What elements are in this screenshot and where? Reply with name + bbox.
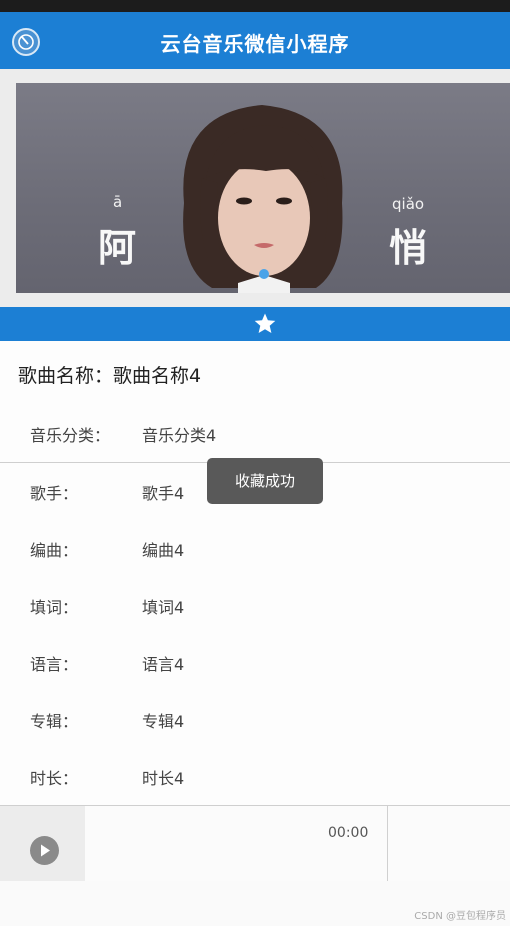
detail-row-duration: 时长： 时长4 [0,748,510,806]
player-divider [387,806,388,881]
banner-image[interactable]: ā 阿 qiǎo 悄 [16,83,510,293]
song-name-value: 歌曲名称4 [113,365,202,387]
detail-row-album: 专辑： 专辑4 [0,691,510,749]
carousel-indicator-dot[interactable] [259,269,269,279]
banner-left-char: 阿 [98,225,137,270]
detail-label: 音乐分类： [30,426,111,445]
banner-area: ā 阿 qiǎo 悄 [0,69,510,307]
detail-value: 时长4 [142,769,185,788]
detail-row-category: 音乐分类： 音乐分类4 [0,405,510,463]
detail-value: 歌手4 [142,484,185,503]
toast-message: 收藏成功 [207,458,323,504]
audio-player: 00:00 [0,806,510,882]
detail-value: 音乐分类4 [142,426,217,445]
detail-label: 专辑： [30,712,79,731]
detail-label: 语言： [30,655,79,674]
detail-row-language: 语言： 语言4 [0,634,510,692]
detail-row-lyricist: 填词： 填词4 [0,577,510,635]
detail-value: 编曲4 [142,541,185,560]
player-time: 00:00 [328,825,369,841]
detail-value: 填词4 [142,598,185,617]
song-name: 歌曲名称：歌曲名称4 [18,361,201,388]
detail-label: 填词： [30,598,79,617]
favorite-bar[interactable] [0,307,510,341]
detail-value: 专辑4 [142,712,185,731]
navigation-bar: 云台音乐微信小程序 [0,12,510,69]
detail-value: 语言4 [142,655,185,674]
status-bar [0,0,510,12]
banner-right-pinyin: qiǎo [392,195,425,213]
watermark: CSDN @豆包程序员 [414,911,506,922]
page-title: 云台音乐微信小程序 [160,32,350,56]
star-icon[interactable] [253,312,277,336]
detail-label: 编曲： [30,541,79,560]
play-icon[interactable] [30,836,59,865]
detail-label: 时长： [30,769,79,788]
detail-row-arranger: 编曲： 编曲4 [0,520,510,578]
song-name-label: 歌曲名称： [18,365,114,387]
banner-right-char: 悄 [389,225,428,270]
banner-left-pinyin: ā [113,193,123,211]
player-control-area [0,806,85,881]
detail-label: 歌手： [30,484,79,503]
